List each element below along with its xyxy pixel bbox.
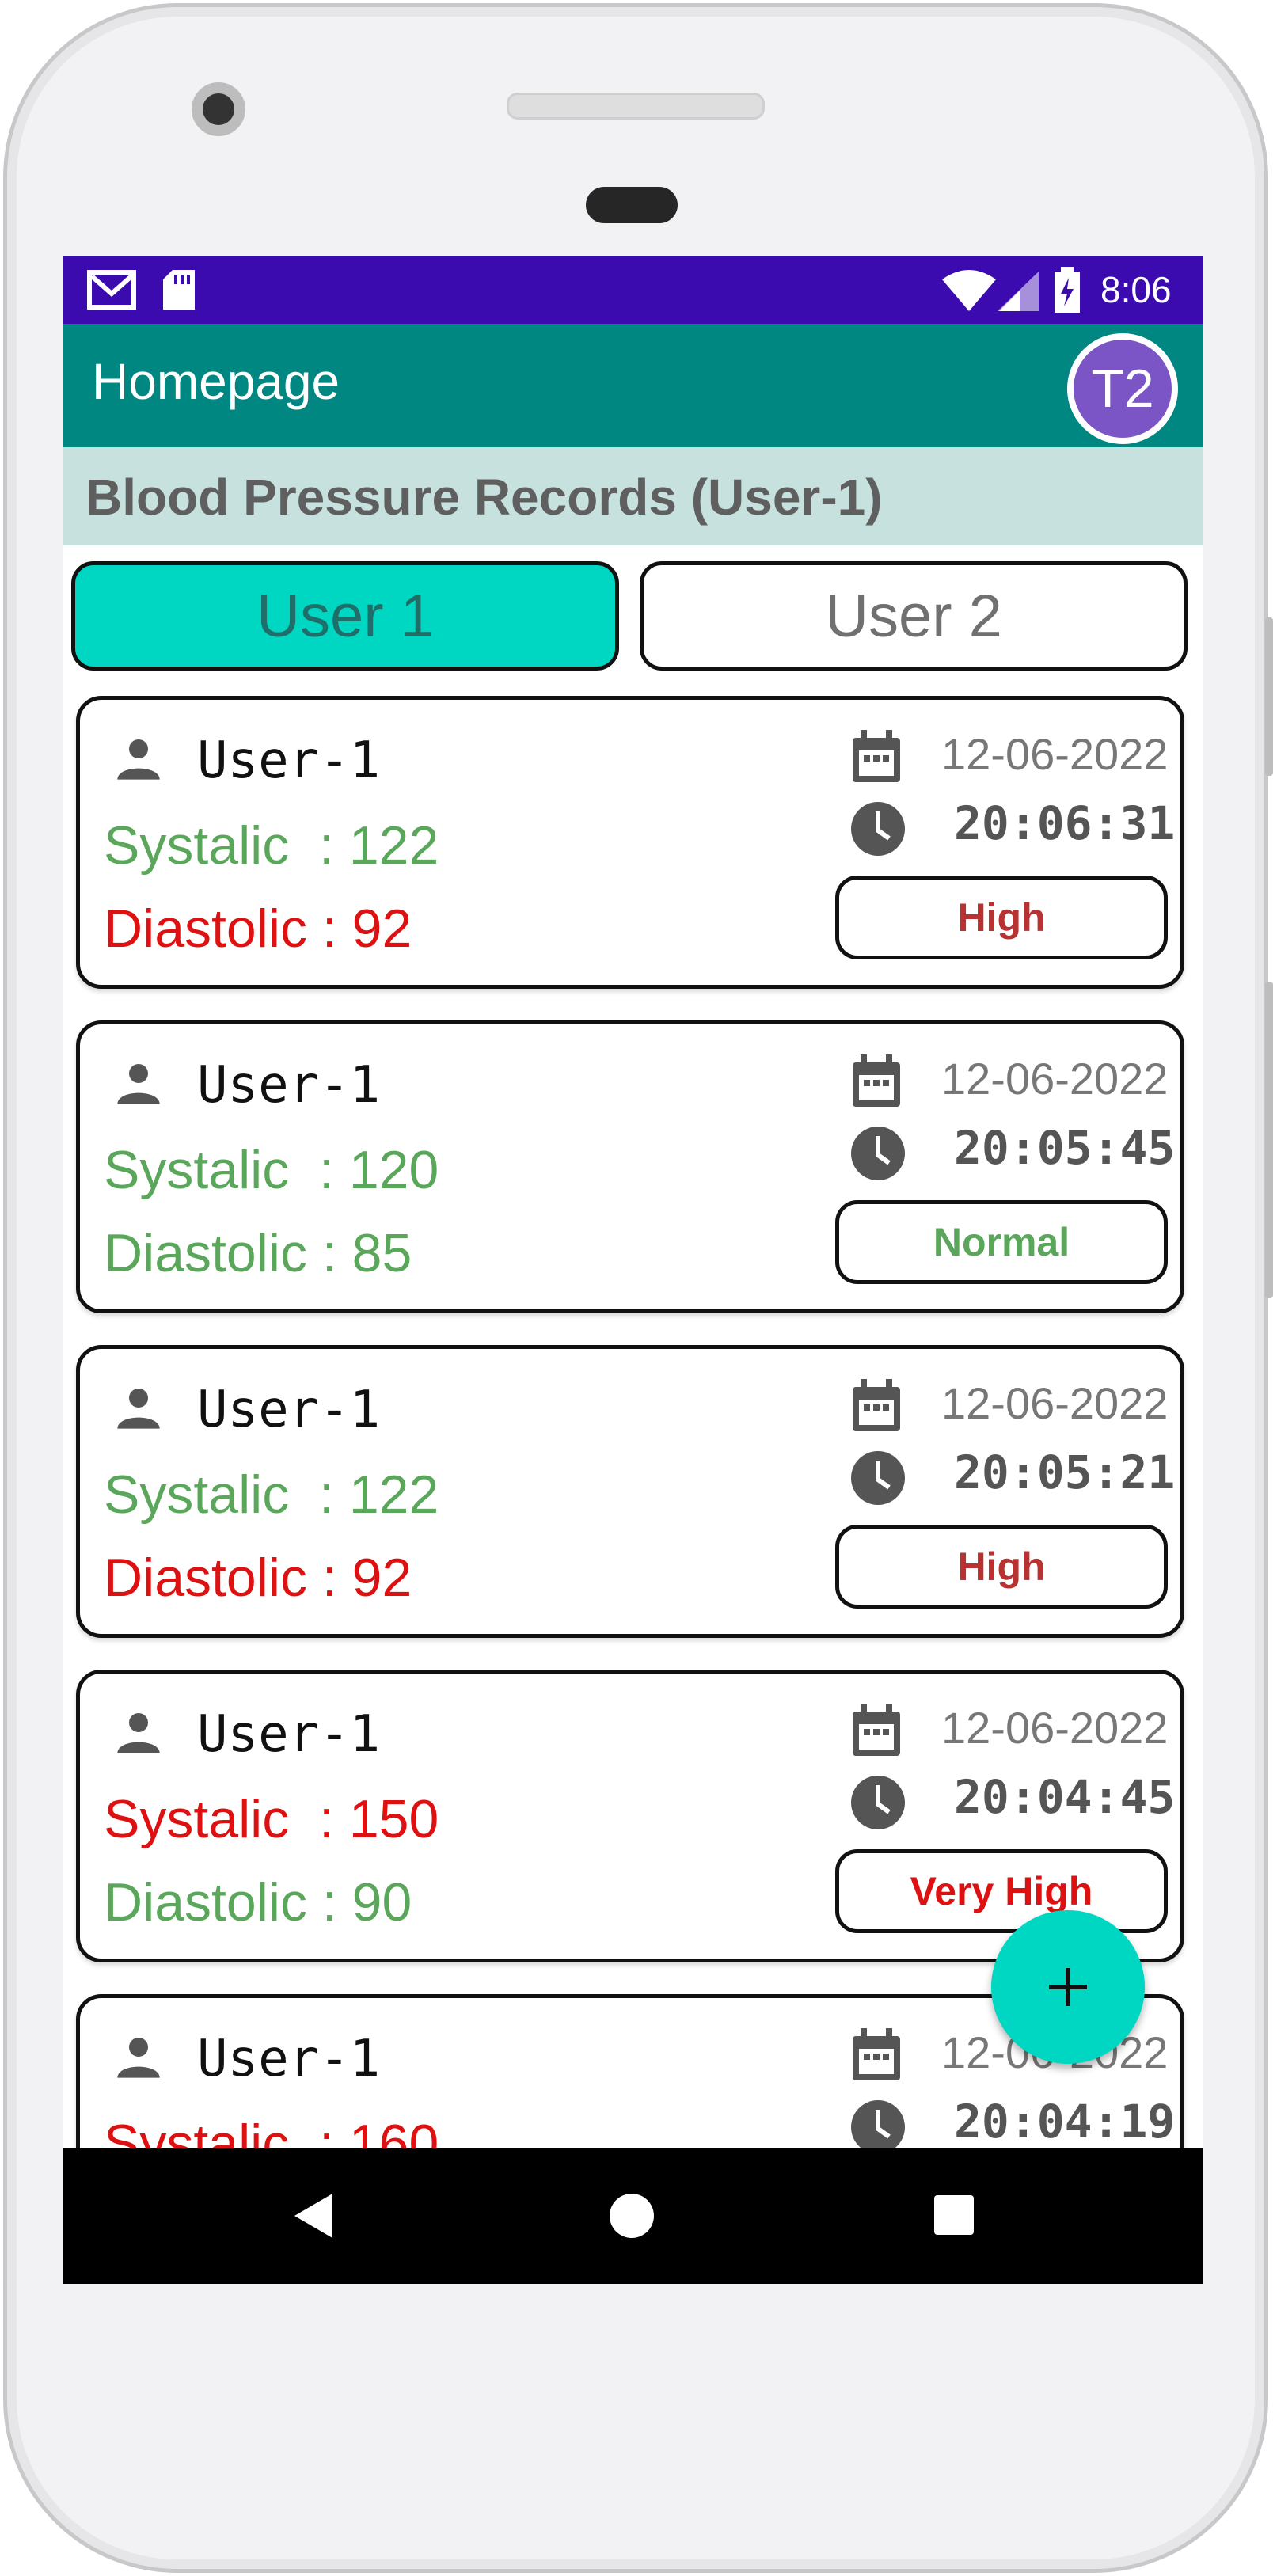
record-card[interactable]: User-1 Systalic : 120 Diastolic : 85 12-06-… xyxy=(76,1020,1184,1313)
clock-icon xyxy=(849,1774,906,1835)
record-time: 20:04:45 xyxy=(954,1770,1176,1824)
status-badge: Normal xyxy=(835,1200,1168,1284)
proximity-sensor xyxy=(586,187,678,223)
app-bar: Homepage T2 xyxy=(63,324,1203,447)
wifi-icon xyxy=(942,270,996,311)
app-title: Homepage xyxy=(92,353,340,410)
diastolic-value: Diastolic : 85 xyxy=(104,1223,412,1283)
status-bar: 8:06 xyxy=(63,256,1203,324)
clock-icon xyxy=(849,1125,906,1186)
navigation-bar xyxy=(63,2148,1203,2284)
record-user: User-1 xyxy=(197,1705,381,1764)
page-title: Blood Pressure Records (User-1) xyxy=(86,469,883,526)
record-card[interactable]: User-1 Systalic : 122 Diastolic : 92 12-06-… xyxy=(76,1345,1184,1638)
status-badge: High xyxy=(835,1525,1168,1609)
back-icon[interactable] xyxy=(291,2192,336,2240)
home-icon[interactable] xyxy=(608,2192,656,2240)
status-time: 8:06 xyxy=(1100,269,1172,310)
systolic-value: Systalic : 122 xyxy=(104,1465,439,1525)
diastolic-value: Diastolic : 92 xyxy=(104,899,412,959)
tab-user-1[interactable]: User 1 xyxy=(71,561,619,671)
recents-icon[interactable] xyxy=(933,2194,975,2236)
plus-icon xyxy=(1049,1968,1087,2006)
person-icon xyxy=(113,1382,164,1437)
front-camera xyxy=(192,82,245,136)
calendar-icon xyxy=(849,2028,903,2088)
diastolic-value: Diastolic : 92 xyxy=(104,1548,412,1608)
avatar[interactable]: T2 xyxy=(1067,333,1178,444)
person-icon xyxy=(113,1707,164,1761)
clock-icon xyxy=(849,1449,906,1510)
sd-card-icon xyxy=(163,270,195,310)
person-icon xyxy=(113,2031,164,2086)
person-icon xyxy=(113,733,164,788)
status-badge: Very High xyxy=(835,1849,1168,1933)
screen: 8:06 Homepage T2 Blood Pressure Records … xyxy=(63,256,1203,2284)
record-user: User-1 xyxy=(197,731,381,790)
add-record-button[interactable] xyxy=(991,1910,1145,2064)
record-user: User-1 xyxy=(197,1381,381,1439)
record-card[interactable]: User-1 Systalic : 150 Diastolic : 90 12-06-… xyxy=(76,1670,1184,1962)
cell-signal-icon xyxy=(998,272,1039,311)
calendar-icon xyxy=(849,1054,903,1114)
record-date: 12-06-2022 xyxy=(941,1703,1168,1753)
clock-icon xyxy=(849,800,906,861)
calendar-icon xyxy=(849,730,903,789)
record-time: 20:04:19 xyxy=(954,2095,1176,2149)
record-time: 20:05:21 xyxy=(954,1446,1176,1499)
gmail-icon xyxy=(87,270,136,310)
record-date: 12-06-2022 xyxy=(941,729,1168,779)
power-button xyxy=(1265,982,1273,1298)
diastolic-value: Diastolic : 90 xyxy=(104,1872,412,1932)
record-time: 20:06:31 xyxy=(954,796,1176,850)
record-user: User-1 xyxy=(197,1056,381,1115)
systolic-value: Systalic : 120 xyxy=(104,1140,439,1200)
record-user: User-1 xyxy=(197,2030,381,2088)
volume-button xyxy=(1265,617,1273,776)
record-time: 20:05:45 xyxy=(954,1121,1176,1175)
status-badge: High xyxy=(835,876,1168,959)
record-date: 12-06-2022 xyxy=(941,1378,1168,1428)
systolic-value: Systalic : 122 xyxy=(104,815,439,876)
record-date: 12-06-2022 xyxy=(941,1054,1168,1104)
systolic-value: Systalic : 150 xyxy=(104,1789,439,1849)
calendar-icon xyxy=(849,1379,903,1438)
records-header: Blood Pressure Records (User-1) xyxy=(63,447,1203,545)
calendar-icon xyxy=(849,1704,903,1763)
person-icon xyxy=(113,1058,164,1112)
earpiece-speaker xyxy=(507,93,765,120)
tab-user-2[interactable]: User 2 xyxy=(640,561,1188,671)
battery-charging-icon xyxy=(1054,267,1080,313)
record-card[interactable]: User-1 Systalic : 122 Diastolic : 92 12-06-… xyxy=(76,696,1184,989)
